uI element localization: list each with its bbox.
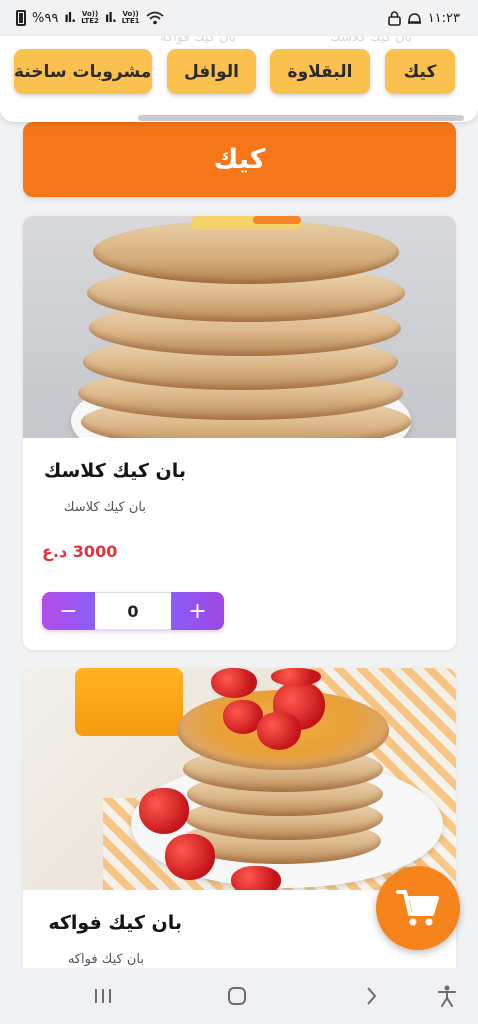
- alarm-icon: [407, 13, 421, 24]
- product-description: بان كيك كلاسك: [63, 500, 146, 515]
- cart-button[interactable]: [376, 866, 460, 950]
- back-icon: [367, 987, 377, 1005]
- lock-icon: [387, 10, 401, 26]
- status-time: ١١:٢٣: [427, 10, 460, 26]
- signal-icon: ıl.: [104, 10, 117, 26]
- signal-icon: ıl.: [64, 10, 76, 26]
- category-chip-baklava[interactable]: البقلاوة: [270, 49, 370, 94]
- ghost-title-left: بان كيك فواكه: [160, 36, 237, 45]
- accessibility-button[interactable]: [432, 982, 462, 1010]
- category-chip-label: كيك: [403, 61, 437, 82]
- product-image: [23, 216, 456, 438]
- quantity-value[interactable]: 0: [95, 592, 171, 630]
- recent-apps-icon: [95, 989, 111, 1003]
- product-description: بان كيك فواكه: [67, 952, 144, 967]
- category-chip-label: البقلاوة: [287, 61, 353, 82]
- increase-quantity-button[interactable]: +: [171, 592, 224, 630]
- section-title: كيك: [23, 122, 456, 197]
- wifi-icon: [145, 11, 164, 25]
- recent-apps-button[interactable]: [88, 982, 118, 1010]
- accessibility-icon: [438, 985, 456, 1007]
- decrease-quantity-button[interactable]: −: [42, 592, 95, 630]
- product-price: 3000 د.ع: [42, 542, 118, 561]
- category-chip-label: مشروبات ساخنة: [14, 61, 152, 82]
- system-nav-bar: [0, 968, 478, 1024]
- section-title-text: كيك: [213, 144, 266, 175]
- network-label-1: Vo)) LTE2: [81, 10, 99, 25]
- network-label-2: Vo)) LTE1: [121, 10, 140, 25]
- category-chip-hot-drinks[interactable]: مشروبات ساخنة: [14, 49, 152, 94]
- quantity-stepper: − 0 +: [42, 592, 224, 630]
- minus-icon: −: [59, 598, 78, 624]
- battery-percent: %٩٩: [32, 10, 59, 26]
- product-name: بان كيك كلاسك: [43, 460, 186, 482]
- category-chip-cake[interactable]: كيك: [385, 49, 455, 94]
- product-image: [23, 668, 456, 890]
- home-icon: [228, 987, 246, 1005]
- app-screen: %٩٩ ıl. Vo)) LTE2 ıl. Vo)) LTE1 ١١:٢٣ با…: [0, 0, 478, 1024]
- back-button[interactable]: [356, 982, 386, 1010]
- home-button[interactable]: [222, 982, 252, 1010]
- status-right: ١١:٢٣: [387, 10, 460, 26]
- product-card: بان كيك كلاسك بان كيك كلاسك 3000 د.ع − 0…: [23, 216, 456, 650]
- shopping-cart-icon: [396, 890, 439, 926]
- product-name: بان كيك فواكه: [48, 912, 182, 934]
- product-card: بان كيك فواكه بان كيك فواكه: [23, 668, 456, 1008]
- category-chip-label: الوافل: [184, 61, 240, 82]
- plus-icon: +: [188, 598, 207, 624]
- category-scrollbar[interactable]: [138, 115, 464, 121]
- category-header: بان كيك فواكه بان كيك كلاسك كيك البقلاوة…: [0, 36, 478, 122]
- status-left: %٩٩ ıl. Vo)) LTE2 ıl. Vo)) LTE1: [16, 10, 164, 26]
- category-chip-waffle[interactable]: الوافل: [167, 49, 256, 94]
- battery-icon: [16, 10, 26, 26]
- ghost-title-right: بان كيك كلاسك: [330, 36, 413, 45]
- status-bar: %٩٩ ıl. Vo)) LTE2 ıl. Vo)) LTE1 ١١:٢٣: [0, 0, 478, 36]
